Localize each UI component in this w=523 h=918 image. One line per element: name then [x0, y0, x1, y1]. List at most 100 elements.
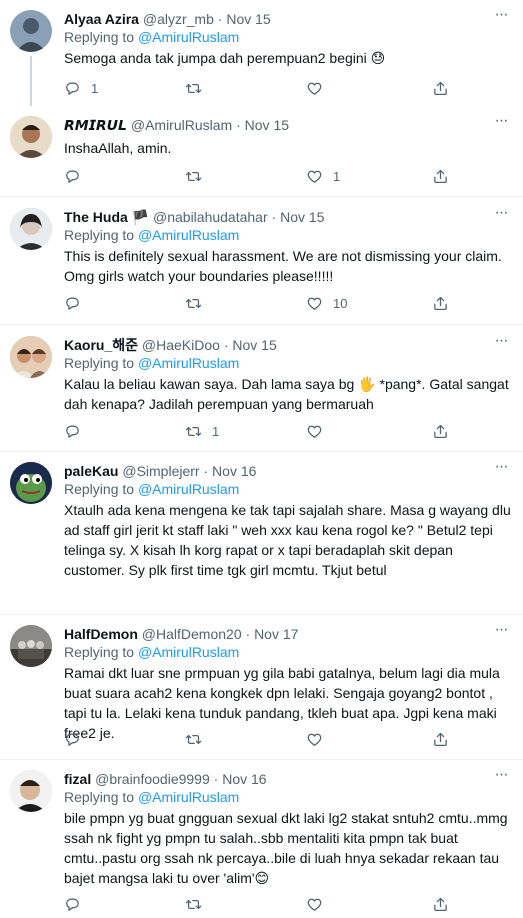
reply-button[interactable]: 1: [64, 78, 98, 98]
user-handle[interactable]: @AmirulRuslam: [131, 117, 232, 133]
mention-link[interactable]: @AmirulRuslam: [138, 227, 239, 243]
share-button[interactable]: [432, 78, 449, 98]
more-options-icon[interactable]: ···: [491, 622, 511, 643]
tweet[interactable]: Kaoru_해준 @HaeKiDoo · Nov 15 Replying to …: [0, 325, 523, 452]
display-name[interactable]: HalfDemon: [64, 626, 138, 642]
avatar[interactable]: [10, 770, 52, 812]
tweet-text: Semoga anda tak jumpa dah perempuan2 beg…: [64, 50, 386, 66]
more-options-icon[interactable]: ···: [491, 7, 511, 28]
user-handle[interactable]: @HalfDemon20: [142, 626, 242, 642]
tweet-date[interactable]: Nov 15: [232, 337, 276, 353]
user-handle[interactable]: @nabilahudatahar: [153, 209, 268, 225]
user-handle[interactable]: @brainfoodie9999: [95, 771, 210, 787]
mention-link[interactable]: @AmirulRuslam: [138, 644, 239, 660]
tweet-header: Alyaa Azira @alyzr_mb · Nov 15: [64, 10, 511, 28]
share-button[interactable]: [432, 421, 449, 441]
reply-icon: [66, 425, 79, 438]
share-button[interactable]: [432, 894, 449, 914]
tweet-text: Xtaulh ada kena mengena ke tak tapi saja…: [64, 502, 511, 578]
separator-dot: ·: [213, 771, 219, 787]
tweet-date[interactable]: Nov 15: [226, 11, 270, 27]
more-options-icon[interactable]: ···: [491, 333, 511, 354]
mention-link[interactable]: @AmirulRuslam: [138, 355, 239, 371]
tweet[interactable]: Alyaa Azira @alyzr_mb · Nov 15 Replying …: [0, 0, 523, 106]
display-name[interactable]: paleKau: [64, 463, 118, 479]
like-button[interactable]: [306, 78, 333, 98]
retweet-icon: [185, 298, 202, 308]
tweet-date[interactable]: Nov 16: [222, 771, 266, 787]
retweet-button[interactable]: [185, 894, 212, 914]
like-button[interactable]: [306, 894, 333, 914]
tweet-text: Kalau la beliau kawan saya. Dah lama say…: [64, 376, 509, 412]
user-handle[interactable]: @HaeKiDoo: [142, 337, 220, 353]
more-options-icon[interactable]: ···: [491, 205, 511, 226]
reply-button[interactable]: [64, 166, 91, 186]
tweet[interactable]: paleKau @Simplejerr · Nov 16 Replying to…: [0, 452, 523, 615]
more-options-icon[interactable]: ···: [491, 113, 511, 134]
avatar-image: [10, 116, 52, 158]
tweet-actions: [64, 894, 464, 914]
display-name[interactable]: fizal: [64, 771, 91, 787]
separator-dot: ·: [245, 626, 251, 642]
share-icon: [434, 296, 447, 310]
avatar-image: [10, 462, 52, 504]
tweet-date[interactable]: Nov 16: [212, 463, 256, 479]
tweet[interactable]: fizal @brainfoodie9999 · Nov 16 Replying…: [0, 760, 523, 918]
share-button[interactable]: [432, 293, 449, 313]
reply-icon: [66, 297, 79, 310]
display-name[interactable]: Kaoru_해준: [64, 337, 138, 353]
more-options-icon[interactable]: ···: [491, 459, 511, 480]
avatar[interactable]: [10, 462, 52, 504]
tweet[interactable]: 𝙍𝙈𝙄𝙍𝙐𝙇 @AmirulRuslam · Nov 15 InshaAllah…: [0, 104, 523, 197]
user-handle[interactable]: @alyzr_mb: [143, 11, 214, 27]
retweet-button[interactable]: [185, 293, 212, 313]
tweet-header: Kaoru_해준 @HaeKiDoo · Nov 15: [64, 336, 511, 354]
retweet-button[interactable]: [185, 78, 212, 98]
replying-to-label: Replying to: [64, 644, 135, 660]
tweet-actions: 1: [64, 78, 464, 98]
separator-dot: ·: [223, 337, 229, 353]
retweet-button[interactable]: 1: [185, 421, 219, 441]
avatar-image: [10, 336, 52, 378]
avatar[interactable]: [10, 116, 52, 158]
reply-button[interactable]: [64, 729, 91, 749]
retweet-icon: [185, 83, 202, 93]
tweet-date[interactable]: Nov 17: [254, 626, 298, 642]
avatar[interactable]: [10, 10, 52, 52]
like-button[interactable]: [306, 421, 333, 441]
mention-link[interactable]: @AmirulRuslam: [138, 789, 239, 805]
display-name[interactable]: The Huda 🏴: [64, 209, 149, 225]
replying-to: Replying to @AmirulRuslam: [64, 354, 511, 373]
replying-to-label: Replying to: [64, 355, 135, 371]
display-name[interactable]: Alyaa Azira: [64, 11, 139, 27]
retweet-button[interactable]: [185, 729, 212, 749]
tweet[interactable]: The Huda 🏴 @nabilahudatahar · Nov 15 Rep…: [0, 197, 523, 325]
share-button[interactable]: [432, 166, 449, 186]
mention-link[interactable]: @AmirulRuslam: [138, 481, 239, 497]
display-name[interactable]: 𝙍𝙈𝙄𝙍𝙐𝙇: [64, 117, 127, 133]
tweet-date[interactable]: Nov 15: [280, 209, 324, 225]
replying-to: Replying to @AmirulRuslam: [64, 480, 511, 499]
separator-dot: ·: [271, 209, 277, 225]
avatar[interactable]: [10, 336, 52, 378]
reply-button[interactable]: [64, 293, 91, 313]
mention-link[interactable]: @AmirulRuslam: [138, 29, 239, 45]
share-icon: [434, 169, 447, 183]
like-button[interactable]: 1: [306, 166, 340, 186]
more-options-icon[interactable]: ···: [491, 767, 511, 788]
retweet-button[interactable]: [185, 166, 212, 186]
heart-icon: [307, 170, 322, 183]
reply-button[interactable]: [64, 421, 91, 441]
tweet-date[interactable]: Nov 15: [245, 117, 289, 133]
avatar[interactable]: [10, 208, 52, 250]
like-button[interactable]: 10: [306, 293, 347, 313]
tweet[interactable]: HalfDemon @HalfDemon20 · Nov 17 Replying…: [0, 615, 523, 760]
share-button[interactable]: [432, 729, 449, 749]
tweet-text: InshaAllah, amin.: [64, 140, 172, 156]
reply-button[interactable]: [64, 894, 91, 914]
like-button[interactable]: [306, 729, 333, 749]
thread-line: [30, 56, 32, 106]
avatar[interactable]: [10, 625, 52, 667]
user-handle[interactable]: @Simplejerr: [122, 463, 199, 479]
reply-icon: [66, 82, 79, 95]
